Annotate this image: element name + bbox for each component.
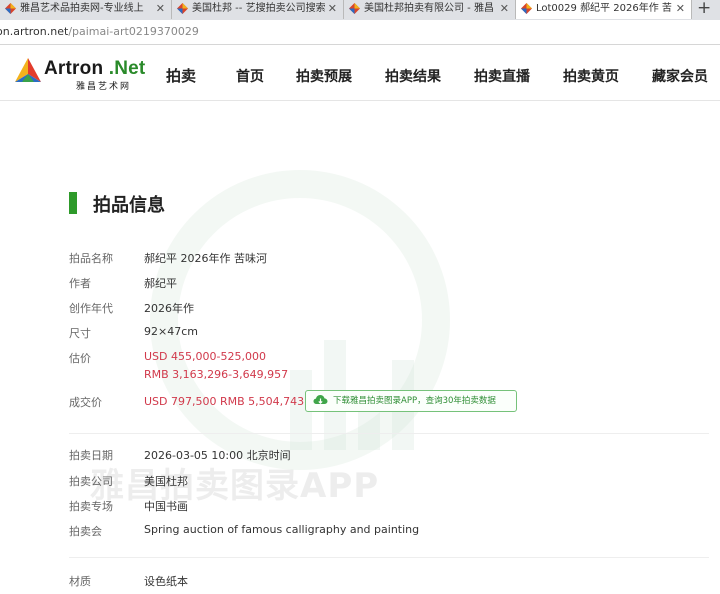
auction-company-value[interactable]: 美国杜邦 [144,473,188,489]
logo-text: Artron .Net [44,58,145,80]
logo-name: Artron [44,58,104,79]
section-divider [69,557,709,558]
nav-live[interactable]: 拍卖直播 [474,66,530,86]
artron-favicon [177,3,188,14]
browser-tab[interactable]: 雅昌艺术品拍卖网-专业线上 ✕ [0,0,172,19]
watermark-text: 雅昌拍卖图录APP [90,466,380,506]
logo-dotnet: .Net [108,58,146,79]
artron-logo[interactable]: Artron .Net 雅昌艺术网 [14,57,154,93]
lot-name-label: 拍品名称 [69,252,113,265]
estimate-label: 估价 [69,352,91,365]
nav-collector-member[interactable]: 藏家会员 [652,66,708,86]
size-label: 尺寸 [69,327,91,340]
browser-tab-active[interactable]: Lot0029 郝纪平 2026年作 苦 ✕ [516,0,692,19]
url-host: on.artron.net [0,25,69,38]
section-title: 拍品信息 [93,195,165,216]
artron-logo-icon [15,58,41,82]
artron-favicon [5,3,16,14]
auction-special-label: 拍卖专场 [69,500,113,513]
nav-preview[interactable]: 拍卖预展 [296,66,352,86]
nav-home[interactable]: 首页 [236,66,264,86]
artron-favicon [521,3,532,14]
browser-tab-bar: 雅昌艺术品拍卖网-专业线上 ✕ 美国杜邦 -- 艺搜拍卖公司搜索 ✕ 美国杜邦拍… [0,0,720,21]
close-icon[interactable]: ✕ [676,0,685,18]
download-app-label: 下载雅昌拍卖图录APP，查询30年拍卖数据 [333,396,496,406]
site-header: Artron .Net 雅昌艺术网 拍卖 首页 拍卖预展 拍卖结果 拍卖直播 拍… [0,45,720,101]
address-bar[interactable]: on.artron.net/paimai-art0219370029 [0,20,720,45]
estimate-usd: USD 455,000-525,000 [144,350,266,363]
auction-company-label: 拍卖公司 [69,475,113,488]
deal-price-label: 成交价 [69,396,102,409]
material-label: 材质 [69,575,91,588]
author-value: 郝纪平 [144,277,177,290]
tab-title: 雅昌艺术品拍卖网-专业线上 [20,3,144,14]
section-accent-bar [69,192,77,214]
close-icon[interactable]: ✕ [328,0,337,18]
auction-date-value: 2026-03-05 10:00 北京时间 [144,449,291,462]
close-icon[interactable]: ✕ [500,0,509,18]
auction-special-value[interactable]: 中国书画 [144,498,188,514]
size-value: 92×47cm [144,325,198,338]
nav-results[interactable]: 拍卖结果 [385,66,441,86]
tab-title: 美国杜邦 -- 艺搜拍卖公司搜索 [192,3,325,14]
nav-yellow-pages[interactable]: 拍卖黄页 [563,66,619,86]
url-path: /paimai-art0219370029 [68,25,199,38]
year-value: 2026年作 [144,302,194,315]
estimate-rmb: RMB 3,163,296-3,649,957 [144,368,289,381]
artron-favicon [349,3,360,14]
year-label: 创作年代 [69,302,113,315]
material-value: 设色纸本 [144,575,188,588]
new-tab-button[interactable]: + [697,0,711,18]
deal-price-value: USD 797,500 RMB 5,504,743 [144,395,305,408]
lot-name-value: 郝纪平 2026年作 苦味河 [144,252,267,265]
logo-subtitle: 雅昌艺术网 [76,82,132,92]
auction-date-label: 拍卖日期 [69,449,113,462]
auction-session-value[interactable]: Spring auction of famous calligraphy and… [144,523,419,536]
tab-title: Lot0029 郝纪平 2026年作 苦 [536,3,672,14]
url-text[interactable]: on.artron.net/paimai-art0219370029 [0,20,199,44]
section-divider [69,433,709,434]
tab-title: 美国杜邦拍卖有限公司 - 雅昌 [364,3,494,14]
close-icon[interactable]: ✕ [156,0,165,18]
auction-session-label: 拍卖会 [69,525,102,538]
browser-tab[interactable]: 美国杜邦 -- 艺搜拍卖公司搜索 ✕ [172,0,344,19]
download-app-button[interactable]: 下载雅昌拍卖图录APP，查询30年拍卖数据 [305,390,517,412]
cloud-download-icon [313,395,328,404]
nav-section-auction[interactable]: 拍卖 [166,65,196,86]
browser-tab[interactable]: 美国杜邦拍卖有限公司 - 雅昌 ✕ [344,0,516,19]
author-label: 作者 [69,277,91,290]
